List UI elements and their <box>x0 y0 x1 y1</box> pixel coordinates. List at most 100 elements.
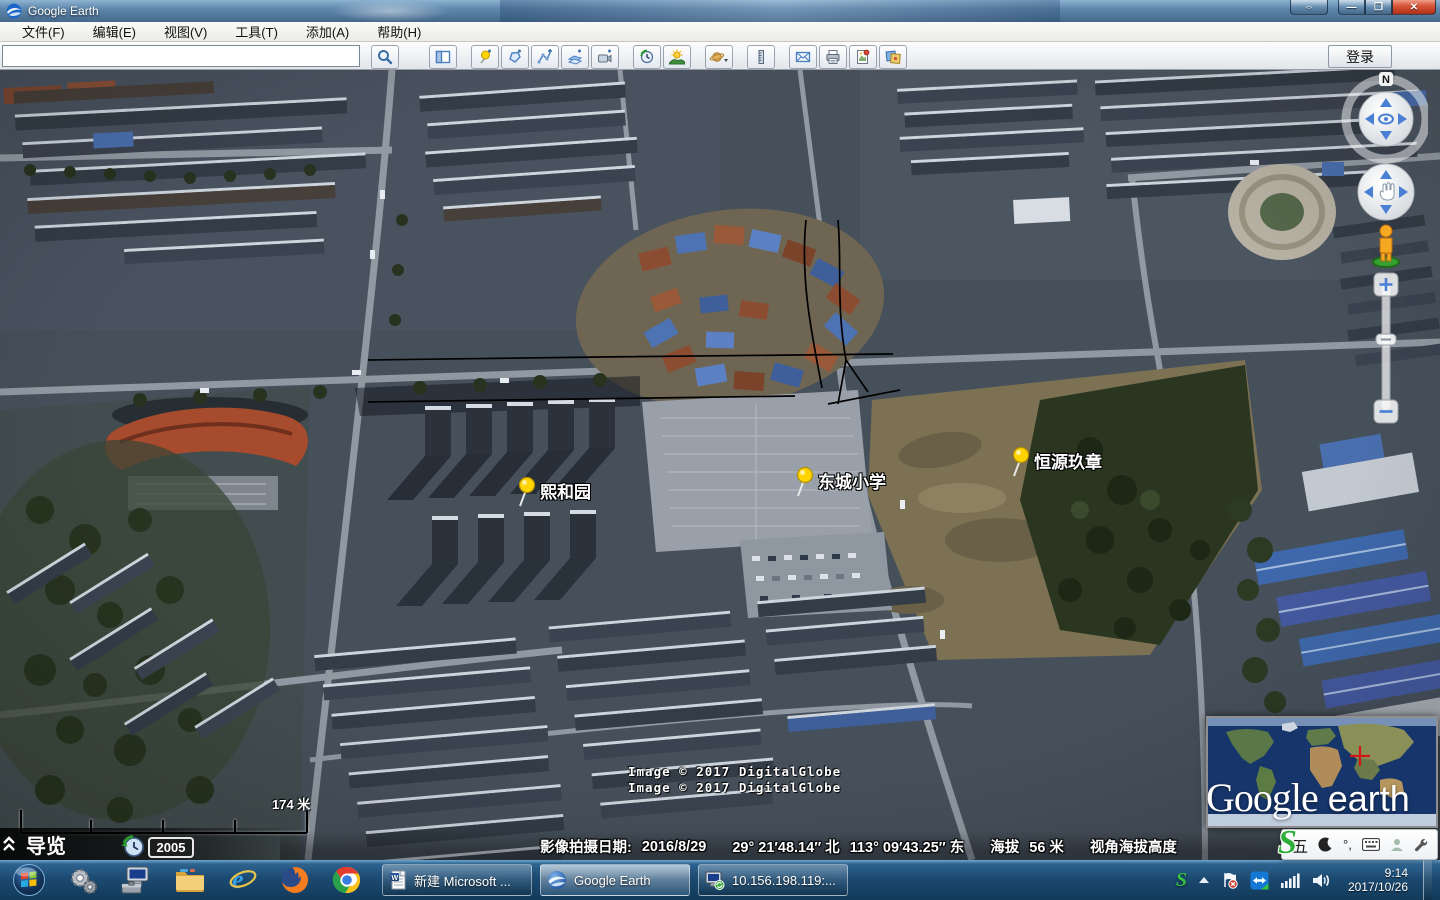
save-image-icon <box>855 49 871 65</box>
add-image-overlay-icon <box>567 49 583 65</box>
show-desktop-button[interactable] <box>1423 860 1432 900</box>
sunlight-icon <box>669 49 685 65</box>
add-image-overlay-button[interactable] <box>561 45 589 69</box>
latitude-value: 29° 21′48.14″ 北 <box>732 836 839 857</box>
save-image-button[interactable] <box>849 45 877 69</box>
print-icon <box>825 49 841 65</box>
word-document-icon: W <box>389 870 407 890</box>
windows-explorer-folder-icon[interactable] <box>174 866 206 894</box>
menu-tools[interactable]: 工具(T) <box>221 21 292 42</box>
eye-altitude-label: 视角海拔高度 <box>1090 836 1177 857</box>
menu-file[interactable]: 文件(F) <box>8 21 79 42</box>
control-panel-gears-icon[interactable] <box>68 865 98 895</box>
search-input[interactable] <box>2 45 360 67</box>
ime-toolbar[interactable]: S 五 °, <box>1281 829 1438 860</box>
ime-settings-wrench-icon[interactable] <box>1414 838 1428 852</box>
elevation-label: 海拔 <box>990 836 1019 857</box>
view-in-maps-button[interactable] <box>879 45 907 69</box>
compass-north-label: N <box>1382 74 1390 86</box>
firefox-icon[interactable] <box>280 865 310 895</box>
record-tour-button[interactable] <box>591 45 619 69</box>
planets-icon <box>709 49 729 65</box>
placemark-xiheyuan[interactable]: 熙和园 <box>514 476 591 510</box>
map-3d-view[interactable]: 熙和园 东城小学 恒源玖章 Image © 2017 DigitalGlobe … <box>0 70 1440 860</box>
action-center-flag-icon[interactable] <box>1221 871 1239 889</box>
tray-sogou-icon[interactable]: S <box>1176 869 1187 892</box>
menu-view[interactable]: 视图(V) <box>150 21 221 42</box>
menubar: 文件(F) 编辑(E) 视图(V) 工具(T) 添加(A) 帮助(H) <box>0 22 1440 42</box>
volume-icon[interactable] <box>1311 872 1331 889</box>
taskbar-button-word[interactable]: W 新建 Microsoft ... <box>382 864 532 896</box>
street-view-pegman[interactable] <box>1373 225 1399 267</box>
chevron-up-icon[interactable] <box>0 835 18 853</box>
scale-label: 174 米 <box>272 794 310 813</box>
sunlight-button[interactable] <box>663 45 691 69</box>
toolbar: 登录 <box>0 42 1440 70</box>
historical-imagery-clock-icon[interactable] <box>120 834 146 860</box>
sidebar-toggle-button[interactable] <box>429 45 457 69</box>
login-button[interactable]: 登录 <box>1328 45 1392 68</box>
search-button[interactable] <box>371 45 399 69</box>
search-icon <box>377 49 393 65</box>
historical-imagery-button[interactable] <box>633 45 661 69</box>
placemark-hengyuan-jiuzhang[interactable]: 恒源玖章 <box>1008 446 1102 480</box>
ime-account-icon[interactable] <box>1390 838 1404 852</box>
add-placemark-button[interactable] <box>471 45 499 69</box>
google-earth-logo: Google earth <box>1206 774 1410 821</box>
svg-text:e: e <box>232 865 244 894</box>
ruler-button[interactable] <box>747 45 775 69</box>
ime-punctuation-toggle[interactable]: °, <box>1343 837 1352 852</box>
tray-show-hidden-icon[interactable] <box>1198 875 1210 885</box>
longitude-value: 113° 09′43.25″ 东 <box>850 836 965 857</box>
chrome-icon[interactable] <box>332 865 362 895</box>
time-slider-year-chip[interactable]: 2005 <box>148 837 194 858</box>
teamviewer-tray-icon[interactable] <box>1250 871 1269 890</box>
minimize-button[interactable]: — <box>1338 0 1365 15</box>
add-polygon-icon <box>507 49 523 65</box>
taskbar-button-google-earth[interactable]: Google Earth <box>540 864 690 896</box>
zoom-slider[interactable] <box>1374 273 1398 423</box>
overview-map[interactable]: Google earth <box>1206 716 1438 828</box>
computer-management-icon[interactable] <box>120 865 152 895</box>
menu-help[interactable]: 帮助(H) <box>363 21 435 42</box>
ime-fullhalf-moon-icon[interactable] <box>1318 837 1333 852</box>
fullscreen-toggle-button[interactable]: ⇔ <box>1290 0 1328 15</box>
tray-time: 9:14 <box>1348 866 1408 880</box>
view-in-maps-icon <box>885 49 901 65</box>
tray-clock[interactable]: 9:14 2017/10/26 <box>1348 866 1408 894</box>
start-button[interactable] <box>12 863 46 897</box>
add-polygon-button[interactable] <box>501 45 529 69</box>
sogou-logo-icon[interactable]: S <box>1278 824 1297 862</box>
menu-add[interactable]: 添加(A) <box>292 21 363 42</box>
print-button[interactable] <box>819 45 847 69</box>
menu-edit[interactable]: 编辑(E) <box>79 21 150 42</box>
close-button[interactable]: ✕ <box>1392 0 1436 15</box>
planets-button[interactable] <box>705 45 733 69</box>
google-earth-globe-icon <box>547 870 567 890</box>
pushpin-icon <box>1008 446 1032 480</box>
email-button[interactable] <box>789 45 817 69</box>
placemark-dongcheng-primary-school[interactable]: 东城小学 <box>792 466 886 500</box>
move-joystick[interactable] <box>1358 164 1414 220</box>
internet-explorer-icon[interactable]: e <box>228 865 258 895</box>
network-signal-icon[interactable] <box>1280 872 1300 888</box>
placemark-label: 熙和园 <box>540 478 591 503</box>
tour-guide-label: 导览 <box>26 830 66 859</box>
historical-imagery-icon <box>639 49 655 65</box>
ruler-icon <box>753 49 769 65</box>
navigation-controls: N <box>1338 70 1428 490</box>
email-icon <box>795 49 811 65</box>
status-readout: 影像拍摄日期: 2016/8/29 29° 21′48.14″ 北 113° 0… <box>540 836 1187 857</box>
placemark-label: 恒源玖章 <box>1034 448 1102 473</box>
svg-text:W: W <box>392 875 399 882</box>
window-titlebar[interactable]: Google Earth ⇔ — ❐ ✕ <box>0 0 1440 22</box>
taskbar-button-remote-desktop[interactable]: 10.156.198.119:... <box>698 864 848 896</box>
elevation-value: 56 米 <box>1029 836 1064 857</box>
add-path-icon <box>537 49 553 65</box>
add-path-button[interactable] <box>531 45 559 69</box>
window-title: Google Earth <box>28 4 99 18</box>
maximize-button[interactable]: ❐ <box>1365 0 1392 15</box>
ime-softkeyboard-icon[interactable] <box>1362 838 1380 851</box>
look-joystick[interactable]: N <box>1346 72 1426 159</box>
add-placemark-icon <box>477 49 493 65</box>
